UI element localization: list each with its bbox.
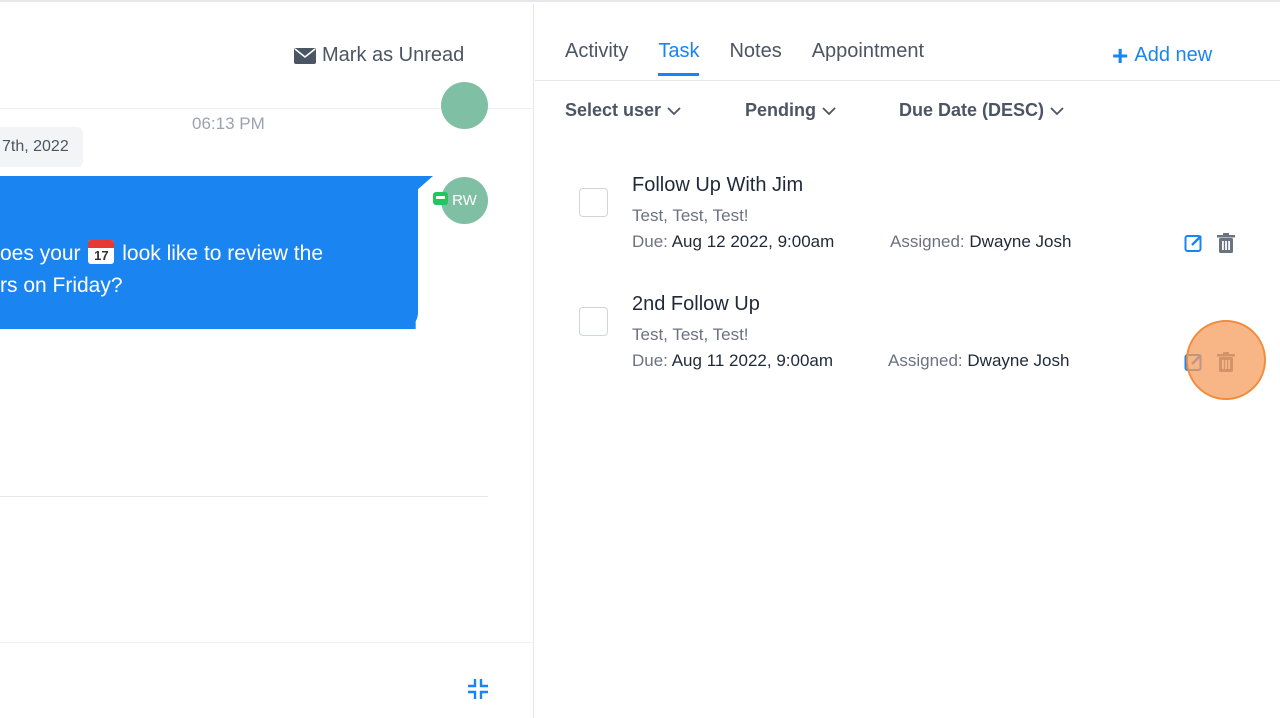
calendar-day: 17 <box>94 248 109 263</box>
avatar <box>441 82 488 129</box>
calendar-emoji-icon: 17 <box>88 240 115 264</box>
due-label: Due: <box>632 351 668 370</box>
task-title[interactable]: 2nd Follow Up <box>632 293 760 316</box>
assigned-label: Assigned: <box>890 232 965 251</box>
avatar-rw: RW <box>441 177 488 224</box>
sort-label: Due Date (DESC) <box>899 100 1045 120</box>
plus-icon: + <box>1112 39 1129 71</box>
mark-as-unread-label: Mark as Unread <box>322 44 465 66</box>
add-new-button[interactable]: + Add new <box>1112 39 1213 71</box>
due-value: Aug 11 2022, 9:00am <box>671 351 834 370</box>
date-chip: 7th, 2022 <box>0 127 83 167</box>
message-text: oes your 17 look like to review the rs o… <box>0 238 400 302</box>
select-user-label: Select user <box>565 100 662 120</box>
due-value: Aug 12 2022, 9:00am <box>671 232 835 251</box>
message-line1-b: look like to review the <box>122 242 323 265</box>
trash-icon[interactable] <box>1217 352 1235 372</box>
task-checkbox[interactable] <box>579 307 608 336</box>
task-item: Follow Up With Jim Test, Test, Test! Due… <box>579 174 1259 274</box>
tabs-divider <box>535 80 1280 81</box>
edit-icon[interactable] <box>1184 352 1204 372</box>
conversation-pane: Mark as Unread 06:13 PM 7th, 2022 oes yo… <box>0 4 534 718</box>
tab-task[interactable]: Task <box>658 40 700 76</box>
task-item: 2nd Follow Up Test, Test, Test! Due: Aug… <box>579 293 1259 393</box>
avatar-initials: RW <box>452 192 477 209</box>
tabs: Activity Task Notes Appointment <box>565 40 954 76</box>
tasks-pane: Activity Task Notes Appointment + Add ne… <box>535 4 1280 718</box>
assigned-label: Assigned: <box>888 351 963 370</box>
message-line1-a: oes your <box>0 242 81 265</box>
task-assigned: Assigned: Dwayne Josh <box>888 351 1069 371</box>
add-new-label: Add new <box>1134 44 1213 66</box>
message-timestamp: 06:13 PM <box>192 114 265 133</box>
task-description: Test, Test, Test! <box>632 325 749 344</box>
trash-icon[interactable] <box>1217 233 1235 253</box>
assigned-value: Dwayne Josh <box>967 351 1070 370</box>
edit-icon[interactable] <box>1184 233 1204 253</box>
assigned-value: Dwayne Josh <box>969 232 1072 251</box>
tab-appointment[interactable]: Appointment <box>812 40 924 76</box>
tab-activity[interactable]: Activity <box>565 40 628 76</box>
app-frame: Mark as Unread 06:13 PM 7th, 2022 oes yo… <box>0 0 1280 718</box>
select-user-dropdown[interactable]: Select user <box>565 100 681 121</box>
task-due: Due: Aug 11 2022, 9:00am <box>632 351 833 371</box>
status-dropdown[interactable]: Pending <box>745 100 836 121</box>
task-due: Due: Aug 12 2022, 9:00am <box>632 232 834 252</box>
task-filters: Select user Pending Due Date (DESC) <box>565 100 1165 130</box>
sms-channel-icon <box>433 192 448 205</box>
footer-divider <box>0 642 534 643</box>
chevron-down-icon <box>1050 106 1064 115</box>
task-title[interactable]: Follow Up With Jim <box>632 174 803 197</box>
task-description: Test, Test, Test! <box>632 206 749 225</box>
message-line2: rs on Friday? <box>0 274 123 297</box>
task-checkbox[interactable] <box>579 188 608 217</box>
due-label: Due: <box>632 232 668 251</box>
sort-dropdown[interactable]: Due Date (DESC) <box>899 100 1064 121</box>
status-label: Pending <box>745 100 816 120</box>
envelope-icon <box>294 47 316 64</box>
chevron-down-icon <box>667 106 681 115</box>
collapse-icon[interactable] <box>466 677 490 701</box>
composer-divider <box>0 496 488 497</box>
chevron-down-icon <box>822 106 836 115</box>
mark-as-unread-button[interactable]: Mark as Unread <box>294 44 464 67</box>
task-assigned: Assigned: Dwayne Josh <box>890 232 1071 252</box>
tab-notes[interactable]: Notes <box>729 40 781 76</box>
